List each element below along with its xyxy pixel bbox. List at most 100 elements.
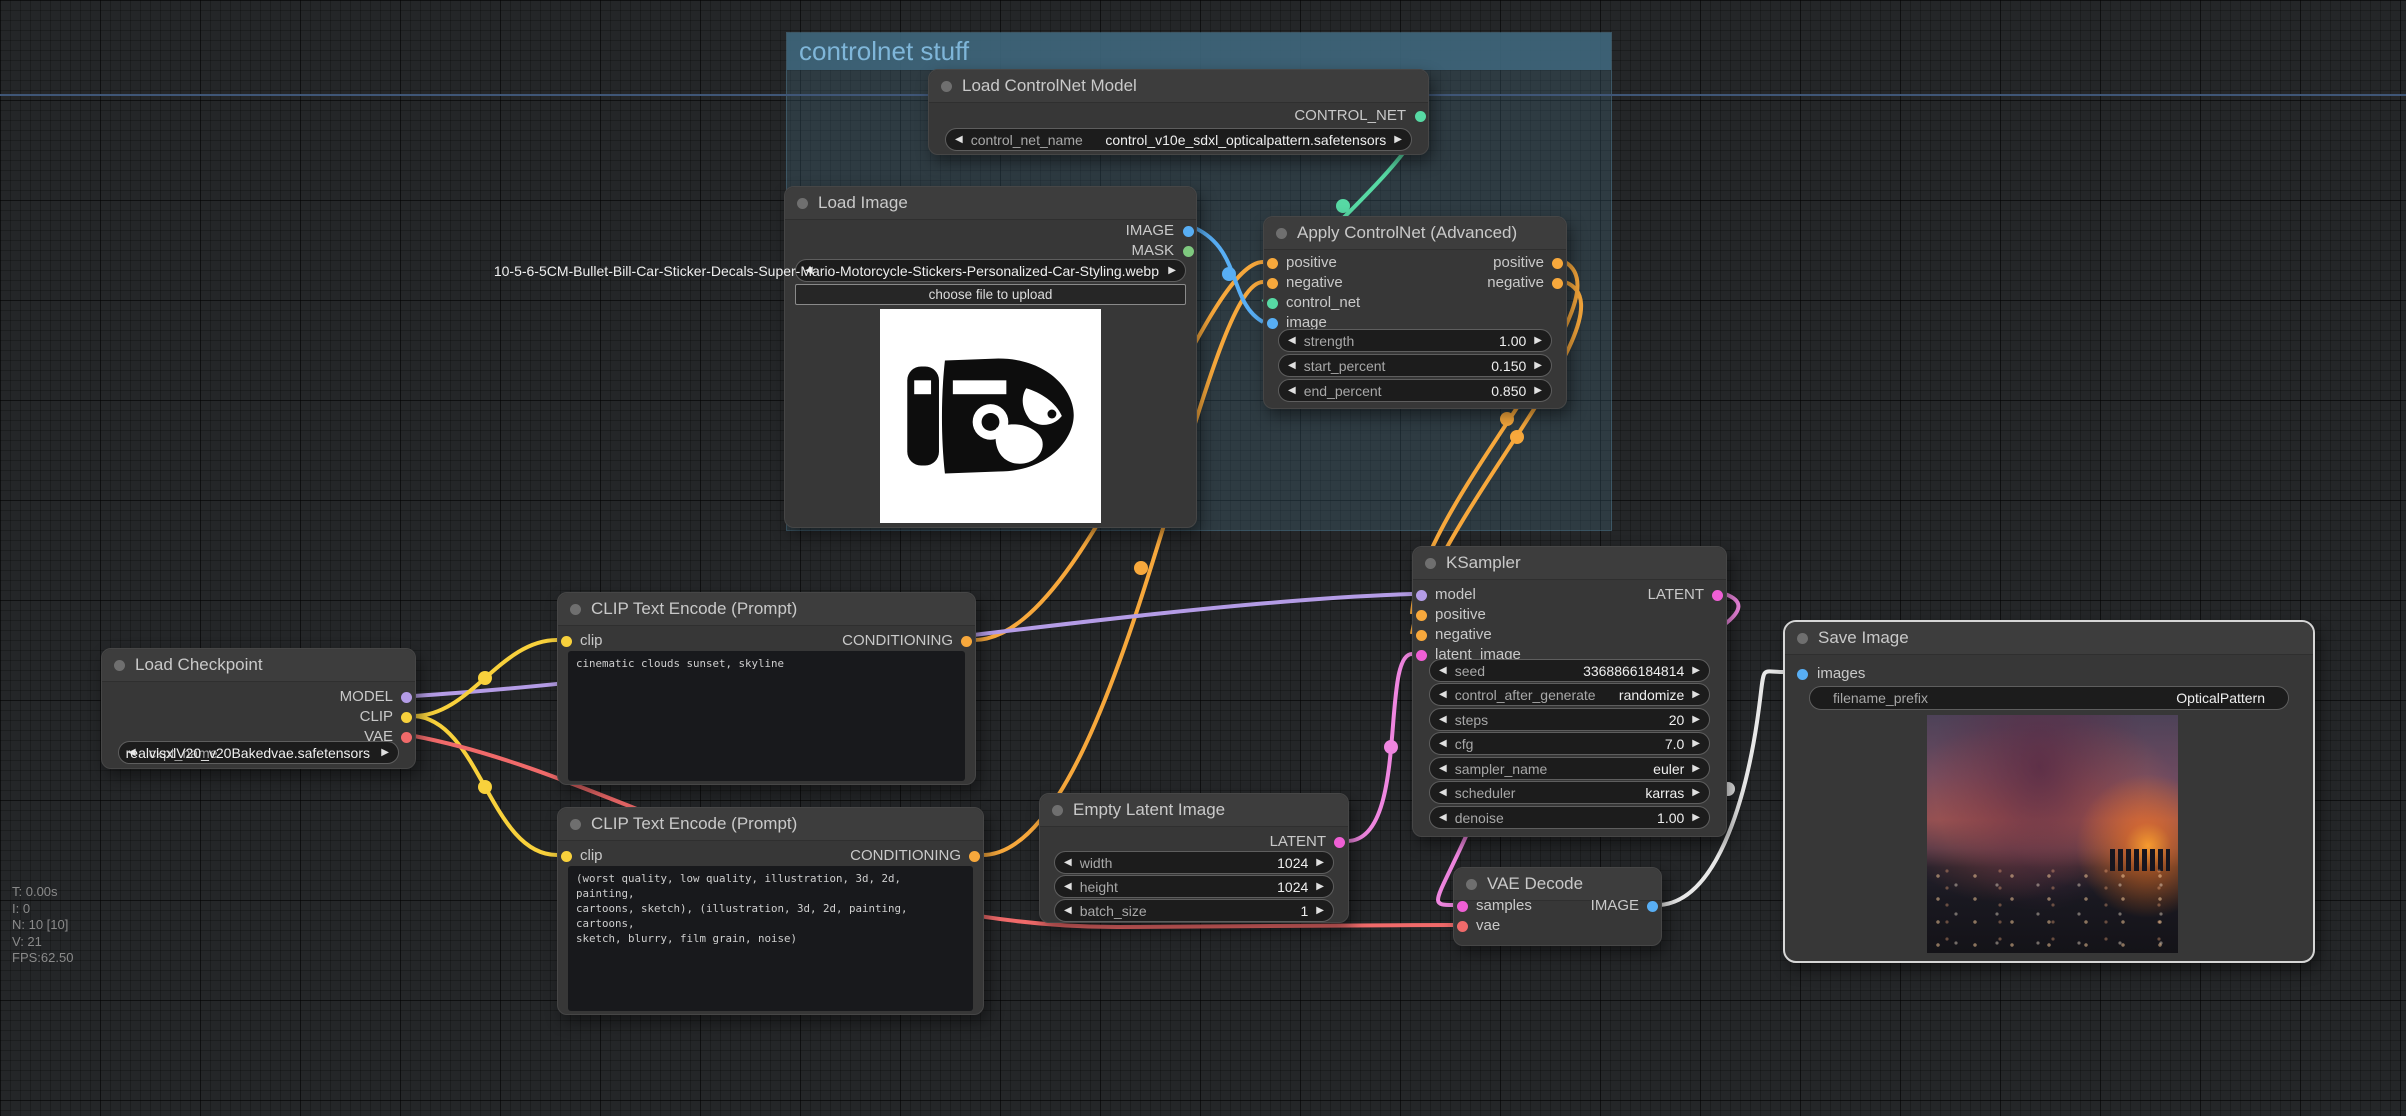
arrow-right-icon[interactable]: ▶	[1534, 360, 1542, 371]
node-ksampler[interactable]: KSampler model positive negative latent_…	[1412, 546, 1727, 837]
port-images-input[interactable]	[1797, 669, 1808, 680]
collapse-dot-icon[interactable]	[1276, 228, 1287, 239]
arrow-right-icon[interactable]: ▶	[1692, 763, 1700, 774]
arrow-right-icon[interactable]: ▶	[1316, 857, 1324, 868]
port-negative-output[interactable]	[1552, 278, 1563, 289]
arrow-left-icon[interactable]: ◀	[1439, 689, 1447, 700]
node-empty-latent-image[interactable]: Empty Latent Image LATENT ◀ width 1024 ▶…	[1039, 793, 1349, 923]
port-negative-input[interactable]	[1416, 630, 1427, 641]
arrow-left-icon[interactable]: ◀	[1288, 385, 1296, 396]
widget-control-after-generate[interactable]: ◀ control_after_generate randomize ▶	[1429, 683, 1710, 706]
widget-seed[interactable]: ◀ seed 3368866184814 ▶	[1429, 659, 1710, 682]
choose-file-button[interactable]: choose file to upload	[795, 284, 1186, 305]
widget-strength[interactable]: ◀ strength 1.00 ▶	[1278, 329, 1552, 352]
port-positive-output[interactable]	[1552, 258, 1563, 269]
node-load-controlnet-model[interactable]: Load ControlNet Model CONTROL_NET ◀ cont…	[928, 69, 1429, 155]
node-clip-text-encode-positive[interactable]: CLIP Text Encode (Prompt) clip CONDITION…	[557, 592, 976, 785]
widget-control-net-name[interactable]: ◀ control_net_name control_v10e_sdxl_opt…	[945, 128, 1412, 151]
port-negative-input[interactable]	[1267, 278, 1278, 289]
arrow-left-icon[interactable]: ◀	[1439, 763, 1447, 774]
collapse-dot-icon[interactable]	[1052, 805, 1063, 816]
arrow-left-icon[interactable]: ◀	[1439, 812, 1447, 823]
arrow-left-icon[interactable]: ◀	[955, 134, 963, 145]
node-title-bar[interactable]: Load ControlNet Model	[929, 70, 1428, 103]
port-clip-output[interactable]	[401, 712, 412, 723]
arrow-left-icon[interactable]: ◀	[1439, 787, 1447, 798]
widget-batch-size[interactable]: ◀ batch_size 1 ▶	[1054, 899, 1334, 922]
widget-width[interactable]: ◀ width 1024 ▶	[1054, 851, 1334, 874]
port-latent-output[interactable]	[1712, 590, 1723, 601]
collapse-dot-icon[interactable]	[114, 660, 125, 671]
port-vae-output[interactable]	[401, 732, 412, 743]
port-positive-input[interactable]	[1416, 610, 1427, 621]
port-vae-input[interactable]	[1457, 921, 1468, 932]
arrow-right-icon[interactable]: ▶	[1168, 265, 1176, 276]
group-title[interactable]: controlnet stuff	[787, 33, 1611, 70]
arrow-right-icon[interactable]: ▶	[1534, 385, 1542, 396]
widget-end-percent[interactable]: ◀ end_percent 0.850 ▶	[1278, 379, 1552, 402]
node-save-image[interactable]: Save Image images filename_prefix Optica…	[1783, 620, 2315, 963]
port-samples-input[interactable]	[1457, 901, 1468, 912]
arrow-right-icon[interactable]: ▶	[381, 747, 389, 758]
arrow-left-icon[interactable]: ◀	[1439, 738, 1447, 749]
arrow-right-icon[interactable]: ▶	[1692, 812, 1700, 823]
port-clip-input[interactable]	[561, 636, 572, 647]
arrow-right-icon[interactable]: ▶	[1394, 134, 1402, 145]
collapse-dot-icon[interactable]	[570, 604, 581, 615]
widget-denoise[interactable]: ◀ denoise 1.00 ▶	[1429, 806, 1710, 829]
port-conditioning-output[interactable]	[961, 636, 972, 647]
arrow-right-icon[interactable]: ▶	[1316, 905, 1324, 916]
arrow-right-icon[interactable]: ▶	[1692, 738, 1700, 749]
port-control-net-input[interactable]	[1267, 298, 1278, 309]
node-title-bar[interactable]: Apply ControlNet (Advanced)	[1264, 217, 1566, 250]
widget-scheduler[interactable]: ◀ scheduler karras ▶	[1429, 781, 1710, 804]
port-image-output[interactable]	[1647, 901, 1658, 912]
port-image-input[interactable]	[1267, 318, 1278, 329]
node-apply-controlnet[interactable]: Apply ControlNet (Advanced) positive neg…	[1263, 216, 1567, 409]
port-latent-output[interactable]	[1334, 837, 1345, 848]
collapse-dot-icon[interactable]	[1797, 633, 1808, 644]
arrow-right-icon[interactable]: ▶	[1692, 787, 1700, 798]
widget-ckpt-name[interactable]: ◀ ckpt_name realvisxlV20_v20Bakedvae.saf…	[118, 741, 399, 764]
widget-height[interactable]: ◀ height 1024 ▶	[1054, 875, 1334, 898]
arrow-left-icon[interactable]: ◀	[1439, 665, 1447, 676]
arrow-right-icon[interactable]: ▶	[1692, 665, 1700, 676]
widget-image-filename[interactable]: ◀ 10-5-6-5CM-Bullet-Bill-Car-Sticker-Dec…	[795, 259, 1186, 282]
collapse-dot-icon[interactable]	[1425, 558, 1436, 569]
arrow-right-icon[interactable]: ▶	[1534, 335, 1542, 346]
node-title-bar[interactable]: CLIP Text Encode (Prompt)	[558, 593, 975, 626]
port-positive-input[interactable]	[1267, 258, 1278, 269]
node-graph-canvas[interactable]: controlnet stuff Load ControlNet Model	[0, 0, 2406, 1116]
widget-sampler-name[interactable]: ◀ sampler_name euler ▶	[1429, 757, 1710, 780]
port-clip-input[interactable]	[561, 851, 572, 862]
arrow-left-icon[interactable]: ◀	[1064, 881, 1072, 892]
port-latent-image-input[interactable]	[1416, 650, 1427, 661]
port-model-output[interactable]	[401, 692, 412, 703]
port-control-net-output[interactable]	[1415, 111, 1426, 122]
arrow-left-icon[interactable]: ◀	[1288, 360, 1296, 371]
arrow-left-icon[interactable]: ◀	[1288, 335, 1296, 346]
collapse-dot-icon[interactable]	[1466, 879, 1477, 890]
node-load-checkpoint[interactable]: Load Checkpoint MODEL CLIP VAE ◀ ckpt_na…	[101, 648, 416, 769]
widget-steps[interactable]: ◀ steps 20 ▶	[1429, 708, 1710, 731]
port-model-input[interactable]	[1416, 590, 1427, 601]
node-clip-text-encode-negative[interactable]: CLIP Text Encode (Prompt) clip CONDITION…	[557, 807, 984, 1015]
node-load-image[interactable]: Load Image IMAGE MASK ◀ 10-5-6-5CM-Bulle…	[784, 186, 1197, 528]
node-title-bar[interactable]: Load Image	[785, 187, 1196, 220]
arrow-left-icon[interactable]: ◀	[1439, 714, 1447, 725]
prompt-textarea[interactable]: cinematic clouds sunset, skyline	[568, 651, 965, 781]
widget-cfg[interactable]: ◀ cfg 7.0 ▶	[1429, 732, 1710, 755]
collapse-dot-icon[interactable]	[797, 198, 808, 209]
node-title-bar[interactable]: Load Checkpoint	[102, 649, 415, 682]
prompt-textarea[interactable]: (worst quality, low quality, illustratio…	[568, 866, 973, 1011]
collapse-dot-icon[interactable]	[941, 81, 952, 92]
arrow-left-icon[interactable]: ◀	[1064, 857, 1072, 868]
widget-filename-prefix[interactable]: filename_prefix OpticalPattern	[1809, 686, 2289, 710]
widget-start-percent[interactable]: ◀ start_percent 0.150 ▶	[1278, 354, 1552, 377]
arrow-left-icon[interactable]: ◀	[1064, 905, 1072, 916]
node-title-bar[interactable]: CLIP Text Encode (Prompt)	[558, 808, 983, 841]
node-title-bar[interactable]: Save Image	[1785, 622, 2313, 655]
arrow-right-icon[interactable]: ▶	[1316, 881, 1324, 892]
port-mask-output[interactable]	[1183, 246, 1194, 257]
port-image-output[interactable]	[1183, 226, 1194, 237]
